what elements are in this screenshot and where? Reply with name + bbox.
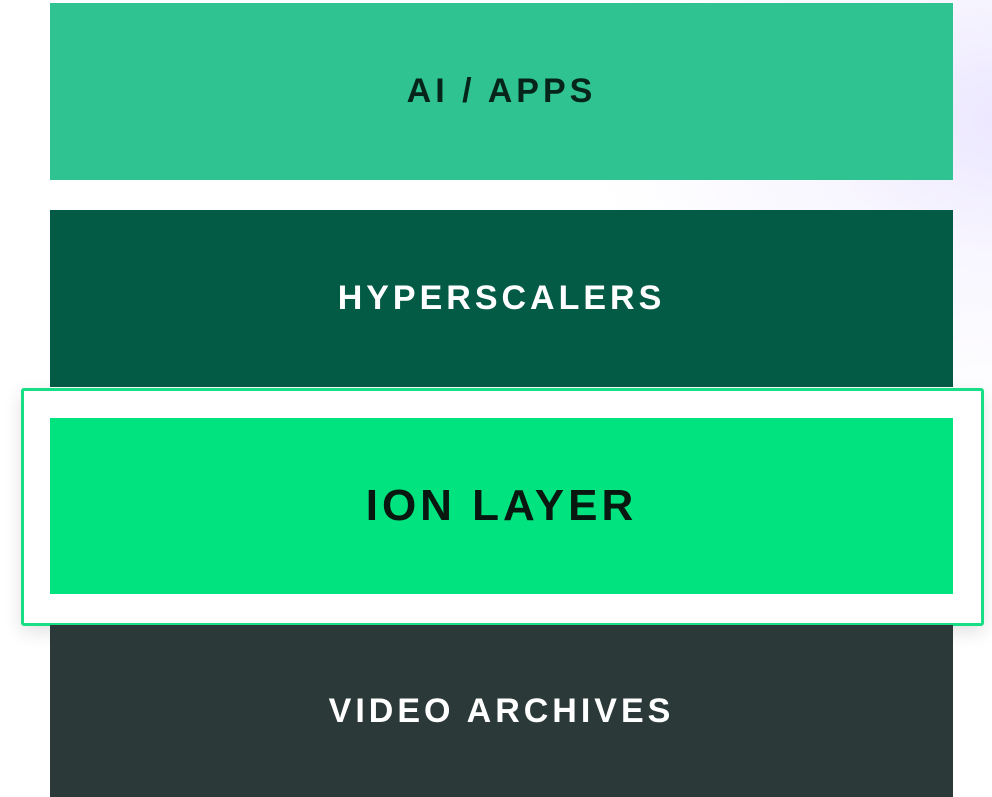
layer-ion: ION LAYER <box>50 418 953 594</box>
layer-label: AI / APPS <box>406 72 597 110</box>
layer-video-archives: VIDEO ARCHIVES <box>50 625 953 797</box>
layer-hyperscalers: HYPERSCALERS <box>50 210 953 387</box>
layer-label: HYPERSCALERS <box>337 279 666 317</box>
layer-ai-apps: AI / APPS <box>50 3 953 180</box>
layer-label: ION LAYER <box>365 481 638 530</box>
layer-label: VIDEO ARCHIVES <box>328 691 675 730</box>
layer-stack-diagram: AI / APPS HYPERSCALERS ION LAYER VIDEO A… <box>0 0 992 797</box>
